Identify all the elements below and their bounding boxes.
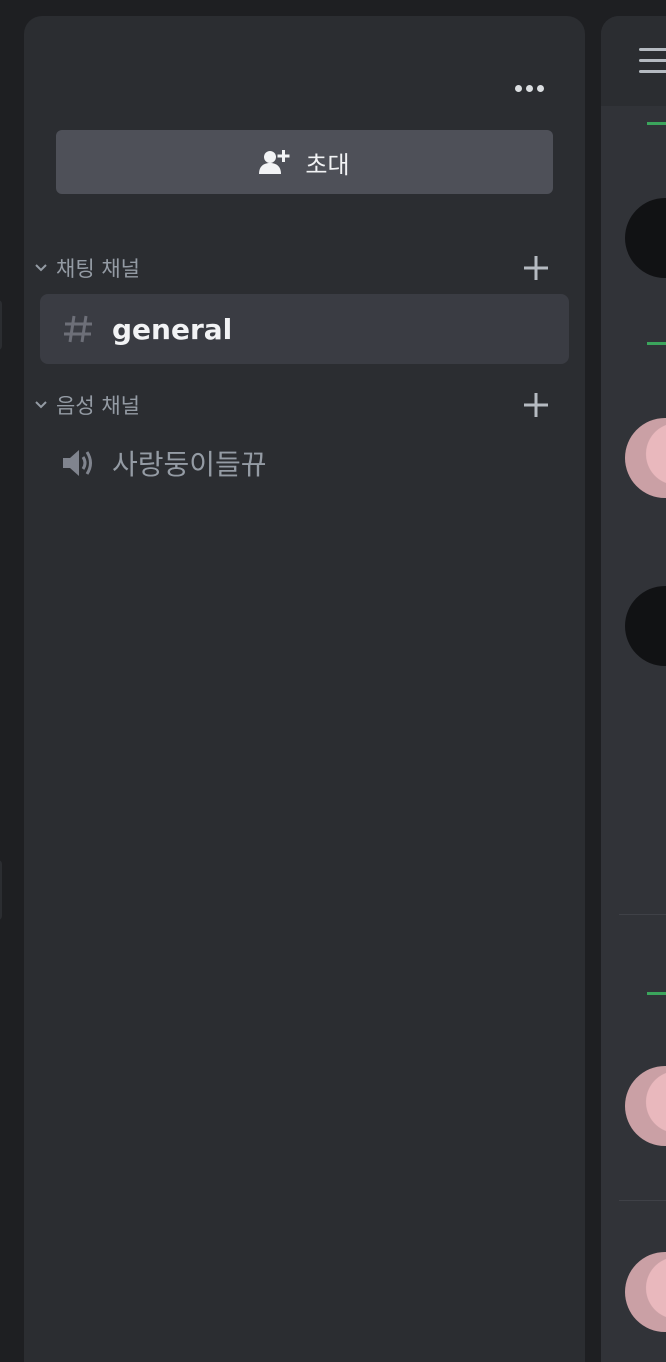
app-screen: 초대 채팅 채널 general 음성 채널 사랑둥이들뀨 bbox=[0, 0, 666, 1362]
server-rail-edge[interactable] bbox=[0, 860, 2, 920]
more-dot bbox=[536, 84, 544, 92]
message-divider bbox=[619, 1200, 666, 1201]
chevron-down-icon bbox=[32, 396, 50, 414]
category-label: 채팅 채널 bbox=[56, 257, 140, 281]
category-voice-channels[interactable]: 음성 채널 bbox=[32, 387, 552, 423]
add-channel-button[interactable] bbox=[520, 389, 552, 421]
channel-label: 사랑둥이들뀨 bbox=[112, 448, 267, 481]
hamburger-line bbox=[639, 48, 666, 51]
plus-icon bbox=[524, 393, 548, 417]
chevron-down-icon bbox=[32, 259, 50, 277]
channel-general[interactable]: general bbox=[40, 294, 569, 364]
invite-button-label: 초대 bbox=[305, 150, 350, 179]
more-horizontal-icon bbox=[514, 84, 522, 92]
hash-icon bbox=[58, 309, 98, 349]
server-rail-edge[interactable] bbox=[0, 300, 2, 350]
avatar[interactable] bbox=[625, 198, 666, 278]
more-dot bbox=[525, 84, 533, 92]
add-user-icon bbox=[259, 148, 291, 176]
chat-panel-peek[interactable] bbox=[601, 16, 666, 1362]
category-text-channels[interactable]: 채팅 채널 bbox=[32, 250, 552, 286]
new-message-marker bbox=[647, 992, 666, 995]
category-label: 음성 채널 bbox=[56, 394, 140, 418]
message-divider bbox=[619, 914, 666, 915]
new-message-marker bbox=[647, 122, 666, 125]
hamburger-menu-icon[interactable] bbox=[639, 48, 666, 81]
add-channel-button[interactable] bbox=[520, 252, 552, 284]
channel-voice-sarangdungi[interactable]: 사랑둥이들뀨 bbox=[40, 428, 569, 498]
speaker-icon bbox=[58, 443, 98, 483]
more-options-button[interactable] bbox=[511, 74, 547, 102]
plus-icon bbox=[524, 256, 548, 280]
avatar[interactable] bbox=[625, 1252, 666, 1332]
avatar[interactable] bbox=[625, 1066, 666, 1146]
invite-button[interactable]: 초대 bbox=[56, 130, 553, 194]
hamburger-line bbox=[639, 70, 666, 73]
avatar[interactable] bbox=[625, 418, 666, 498]
channel-list-panel: 초대 채팅 채널 general 음성 채널 사랑둥이들뀨 bbox=[24, 16, 585, 1362]
channel-label: general bbox=[112, 312, 233, 346]
new-message-marker bbox=[647, 342, 666, 345]
avatar[interactable] bbox=[625, 586, 666, 666]
hamburger-line bbox=[639, 59, 666, 62]
